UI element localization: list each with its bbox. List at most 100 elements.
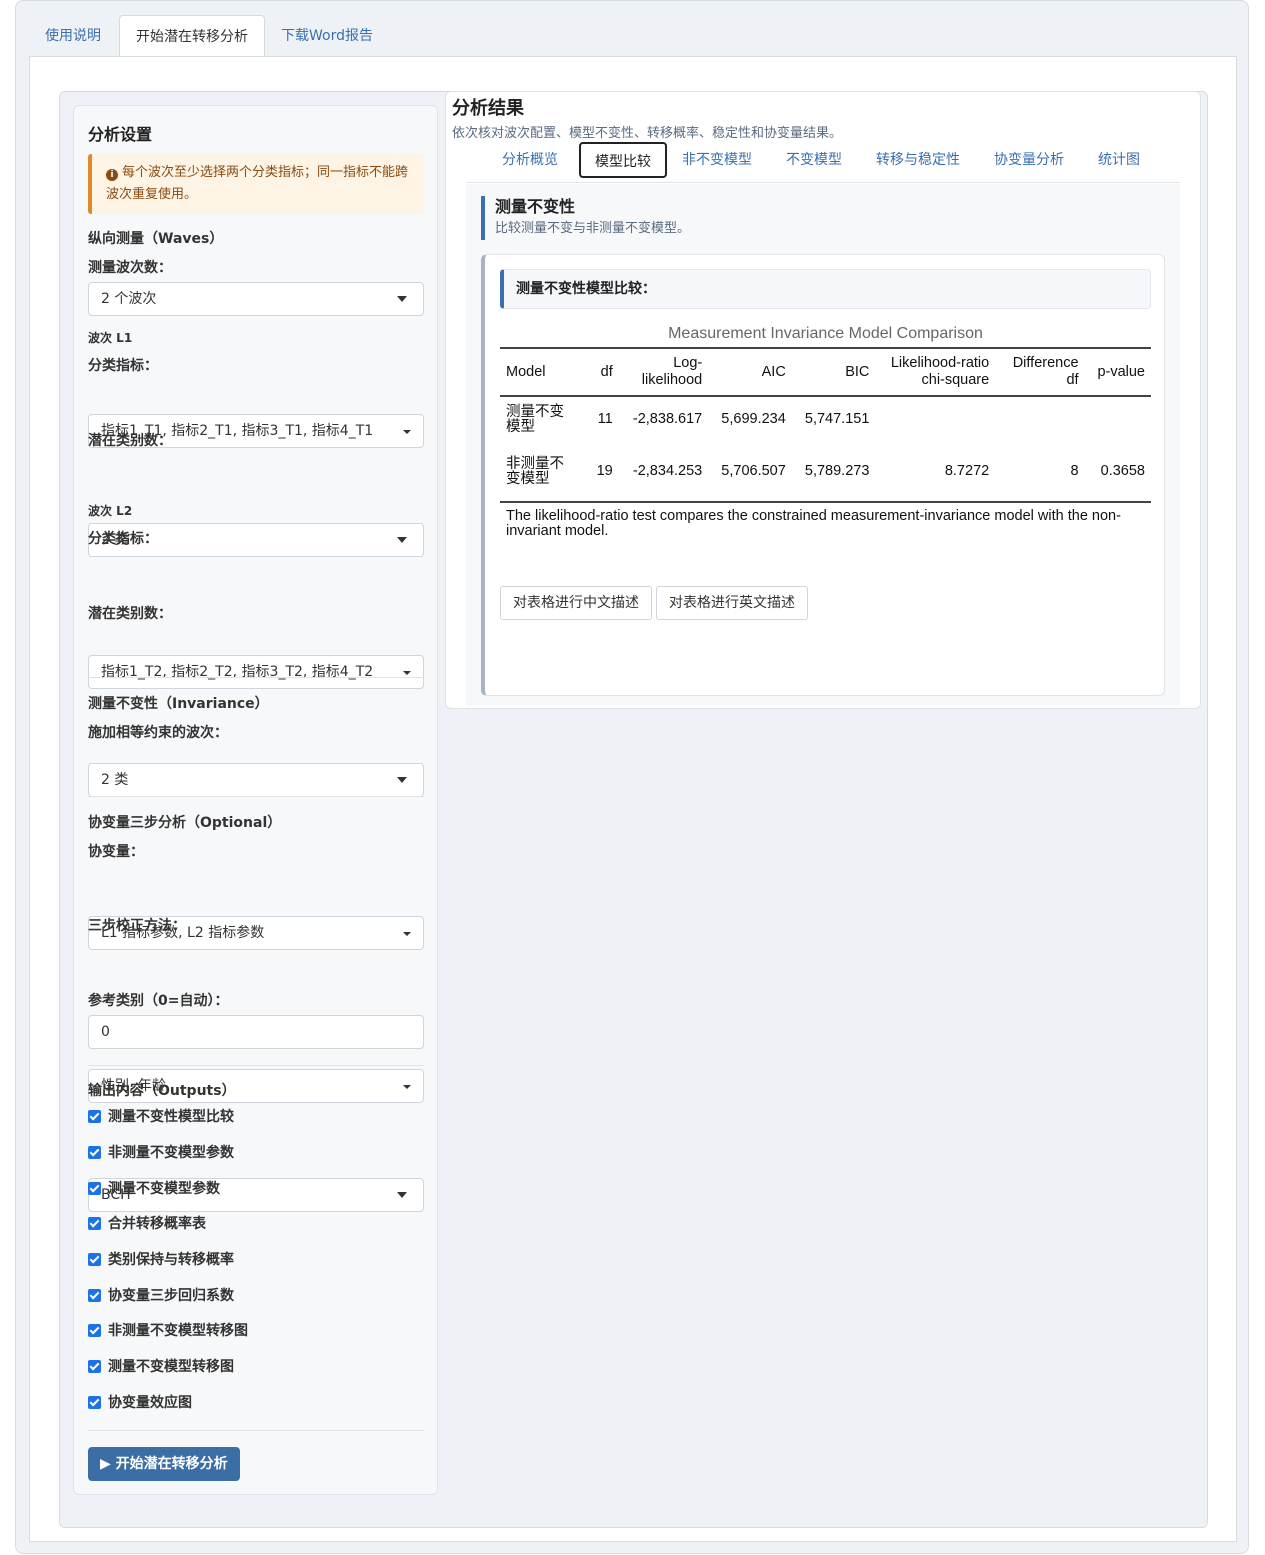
describe-chinese-button[interactable]: 对表格进行中文描述 xyxy=(500,586,652,620)
section-header: 测量不变性 比较测量不变与非测量不变模型。 xyxy=(481,196,1161,240)
cell-lr-chisq xyxy=(875,396,995,442)
col-model: Model xyxy=(506,363,546,380)
output-checkbox[interactable]: 协变量三步回归系数 xyxy=(88,1286,424,1306)
output-checkbox[interactable]: 测量不变模型参数 xyxy=(88,1179,424,1199)
comparison-table: Model df Log-likelihood AIC BIC Likeliho… xyxy=(500,347,1151,545)
info-icon: i xyxy=(106,169,118,181)
cell-diff-df: 8 xyxy=(1070,463,1079,479)
divider xyxy=(88,796,424,797)
waves-heading: 纵向测量（Waves） xyxy=(88,231,224,247)
checkbox-checked-icon[interactable] xyxy=(88,1182,101,1195)
cell-bic: 5,789.273 xyxy=(804,463,870,479)
play-icon: ▶ xyxy=(100,1456,116,1472)
cell-df: 11 xyxy=(597,411,613,427)
tab-plots[interactable]: 统计图 xyxy=(1084,142,1154,178)
wave2-classes-label: 潜在类别数： xyxy=(88,606,172,622)
table-note-row: The likelihood-ratio test compares the c… xyxy=(500,502,1151,545)
cell-aic: 5,699.234 xyxy=(721,411,786,427)
tab-covariate[interactable]: 协变量分析 xyxy=(980,142,1078,178)
settings-sidebar: 分析设置 i 每个波次至少选择两个分类指标；同一指标不能跨波次重复使用。 纵向测量… xyxy=(73,105,438,1495)
alert-text: 每个波次至少选择两个分类指标；同一指标不能跨波次重复使用。 xyxy=(106,165,409,202)
results-title: 分析结果 xyxy=(452,98,524,119)
ref-input[interactable]: 0 xyxy=(88,1015,424,1049)
tab-invariant-model[interactable]: 不变模型 xyxy=(772,142,856,178)
col-df: df xyxy=(600,363,613,380)
layout-well: 分析设置 i 每个波次至少选择两个分类指标；同一指标不能跨波次重复使用。 纵向测量… xyxy=(59,91,1208,1528)
results-subtitle: 依次核对波次配置、模型不变性、转移概率、稳定性和协变量结果。 xyxy=(452,126,843,141)
output-checkbox[interactable]: 合并转移概率表 xyxy=(88,1214,424,1234)
checkbox-checked-icon[interactable] xyxy=(88,1324,101,1337)
wave2-classes-select[interactable]: 2 类 xyxy=(88,763,424,797)
wave1-indicators-label: 分类指标： xyxy=(88,358,158,374)
output-checkbox[interactable]: 非测量不变模型参数 xyxy=(88,1143,424,1163)
output-checkbox[interactable]: 非测量不变模型转移图 xyxy=(88,1321,424,1341)
tab-download-word[interactable]: 下载Word报告 xyxy=(265,15,389,57)
output-checkbox[interactable]: 类别保持与转移概率 xyxy=(88,1250,424,1270)
tab-overview[interactable]: 分析概览 xyxy=(488,142,572,178)
checkbox-checked-icon[interactable] xyxy=(88,1253,101,1266)
alert-box: i 每个波次至少选择两个分类指标；同一指标不能跨波次重复使用。 xyxy=(88,154,424,214)
col-bic: BIC xyxy=(845,363,870,380)
table-note: The likelihood-ratio test compares the c… xyxy=(506,508,1121,539)
run-analysis-button[interactable]: ▶ 开始潜在转移分析 xyxy=(88,1447,240,1481)
cell-loglik: -2,838.617 xyxy=(632,411,703,427)
tab-transition-stability[interactable]: 转移与稳定性 xyxy=(862,142,974,178)
col-loglik: Log-likelihood xyxy=(641,355,703,388)
tab-start-analysis[interactable]: 开始潜在转移分析 xyxy=(119,15,265,57)
top-tab-bar: 使用说明 开始潜在转移分析 下载Word报告 xyxy=(16,15,1248,57)
section-title: 测量不变性 xyxy=(495,197,576,216)
tab-content: 分析设置 i 每个波次至少选择两个分类指标；同一指标不能跨波次重复使用。 纵向测量… xyxy=(29,56,1237,1542)
sidebar-title: 分析设置 xyxy=(88,125,153,144)
table-header-row: Model df Log-likelihood AIC BIC Likeliho… xyxy=(500,348,1151,396)
table-row: 测量不变模型 11 -2,838.617 5,699.234 5,747.151 xyxy=(500,396,1151,442)
cell-aic: 5,706.507 xyxy=(721,463,786,479)
col-diff-df: Difference df xyxy=(1012,355,1079,388)
checkbox-checked-icon[interactable] xyxy=(88,1110,101,1123)
col-aic: AIC xyxy=(761,363,786,380)
output-checkbox[interactable]: 测量不变模型转移图 xyxy=(88,1357,424,1377)
output-checkbox[interactable]: 测量不变性模型比较 xyxy=(88,1107,424,1127)
describe-english-button[interactable]: 对表格进行英文描述 xyxy=(656,586,808,620)
chevron-down-icon xyxy=(397,296,407,302)
tab-noninvariant-model[interactable]: 非不变模型 xyxy=(668,142,766,178)
table-row: 非测量不变模型 19 -2,834.253 5,706.507 5,789.27… xyxy=(500,442,1151,502)
invariance-heading: 测量不变性（Invariance） xyxy=(88,696,269,712)
tab-model-comparison[interactable]: 模型比较 xyxy=(579,142,667,178)
checkbox-checked-icon[interactable] xyxy=(88,1217,101,1230)
cell-model: 非测量不变模型 xyxy=(506,455,564,487)
app-container: 使用说明 开始潜在转移分析 下载Word报告 分析设置 i 每个波次至少选择两个分… xyxy=(15,0,1249,1554)
covariate-heading: 协变量三步分析（Optional） xyxy=(88,815,282,831)
comparison-card: 测量不变性模型比较： Measurement Invariance Model … xyxy=(481,254,1165,696)
wave2-label: 波次 L2 xyxy=(88,504,133,518)
cell-loglik: -2,834.253 xyxy=(632,463,703,479)
results-panel: 分析结果 依次核对波次配置、模型不变性、转移概率、稳定性和协变量结果。 分析概览… xyxy=(445,91,1201,709)
cell-lr-chisq: 8.7272 xyxy=(944,463,990,479)
checkbox-checked-icon[interactable] xyxy=(88,1360,101,1373)
cell-model: 测量不变模型 xyxy=(506,403,564,435)
wave2-indicators-label: 分类指标： xyxy=(88,531,158,547)
run-button-wrap: ▶ 开始潜在转移分析 xyxy=(88,1447,424,1481)
num-waves-label: 测量波次数： xyxy=(88,260,172,276)
wave2-indicators-select[interactable]: 指标1_T2, 指标2_T2, 指标3_T2, 指标4_T2 xyxy=(88,655,424,689)
num-waves-select[interactable]: 2 个波次 xyxy=(88,282,424,316)
checkbox-checked-icon[interactable] xyxy=(88,1146,101,1159)
table-caption: Measurement Invariance Model Comparison xyxy=(668,325,983,342)
wave1-label: 波次 L1 xyxy=(88,331,133,345)
chevron-down-icon xyxy=(403,671,411,675)
output-checkbox[interactable]: 协变量效应图 xyxy=(88,1393,424,1413)
constraint-label: 施加相等约束的波次： xyxy=(88,725,228,741)
col-lr-chisq: Likelihood-ratio chi-square xyxy=(890,355,990,388)
checkbox-checked-icon[interactable] xyxy=(88,1289,101,1302)
outputs-heading: 输出内容（Outputs） xyxy=(88,1083,236,1099)
results-tabs: 分析概览 模型比较 非不变模型 不变模型 转移与稳定性 协变量分析 统计图 xyxy=(466,142,1180,183)
tab-panel: 测量不变性 比较测量不变与非测量不变模型。 测量不变性模型比较： Measure… xyxy=(466,184,1180,706)
cell-pvalue: 0.3658 xyxy=(1100,463,1145,479)
section-subtitle: 比较测量不变与非测量不变模型。 xyxy=(495,221,691,236)
tab-instructions[interactable]: 使用说明 xyxy=(29,15,117,57)
cell-df: 19 xyxy=(596,463,613,479)
wave1-classes-label: 潜在类别数： xyxy=(88,433,172,449)
divider xyxy=(88,1430,424,1431)
checkbox-checked-icon[interactable] xyxy=(88,1396,101,1409)
divider xyxy=(88,1065,424,1066)
cell-diff-df xyxy=(995,396,1084,442)
